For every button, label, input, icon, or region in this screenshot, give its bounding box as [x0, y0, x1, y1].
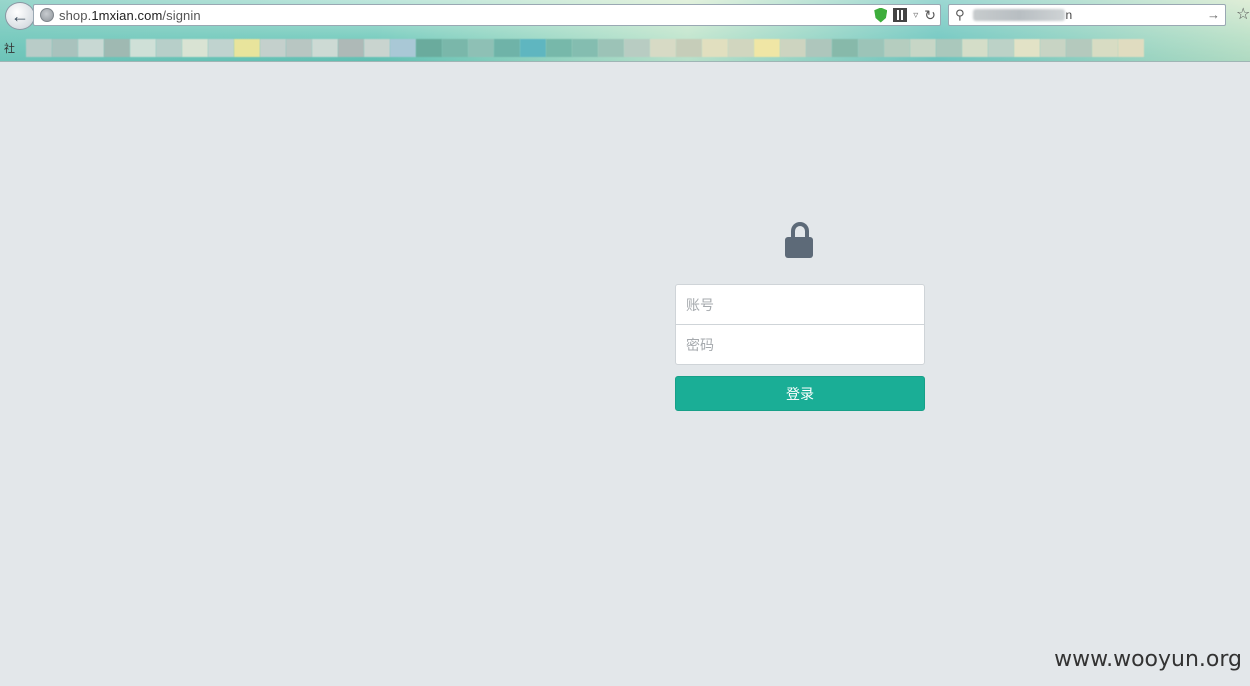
url-path: /signin — [162, 7, 201, 23]
signin-page: 登录 www.wooyun.org — [0, 62, 1250, 686]
search-text-redacted — [972, 9, 1065, 21]
url-prefix: shop. — [59, 7, 92, 23]
lock-body — [785, 237, 813, 258]
address-bar[interactable]: shop.1mxian.com/signin ▿ ↻ — [33, 4, 941, 26]
search-bar[interactable]: ⚲ n → — [948, 4, 1226, 26]
bookmarks-bar: 社 — [0, 37, 1250, 59]
login-button[interactable]: 登录 — [675, 376, 925, 411]
back-arrow-icon: ← — [11, 5, 29, 26]
globe-icon — [40, 8, 54, 22]
star-icon[interactable]: ☆ — [1236, 4, 1250, 24]
url-text[interactable]: shop.1mxian.com/signin — [59, 8, 201, 23]
arrow-right-icon[interactable]: → — [1207, 7, 1220, 22]
login-form: 登录 — [675, 222, 925, 411]
password-input[interactable] — [675, 324, 925, 365]
watermark: www.wooyun.org — [1054, 647, 1242, 672]
address-bar-icons: ▿ ↻ — [874, 7, 936, 23]
browser-chrome: ← shop.1mxian.com/signin ▿ ↻ ⚲ n → ☆ 社 — [0, 0, 1250, 62]
url-host: 1mxian.com — [91, 7, 163, 23]
bookmarks-redacted — [26, 39, 1144, 57]
back-button[interactable]: ← — [5, 2, 35, 30]
chevron-down-icon[interactable]: ▿ — [913, 10, 918, 21]
username-input[interactable] — [675, 284, 925, 325]
search-icon: ⚲ — [955, 7, 965, 22]
bookmark-item-label[interactable]: 社 — [4, 40, 18, 56]
shield-icon[interactable] — [874, 7, 888, 23]
search-text-suffix: n — [1065, 8, 1073, 22]
lock-icon — [785, 222, 815, 260]
refresh-icon[interactable]: ↻ — [924, 7, 936, 24]
qr-code-icon[interactable] — [893, 8, 908, 22]
